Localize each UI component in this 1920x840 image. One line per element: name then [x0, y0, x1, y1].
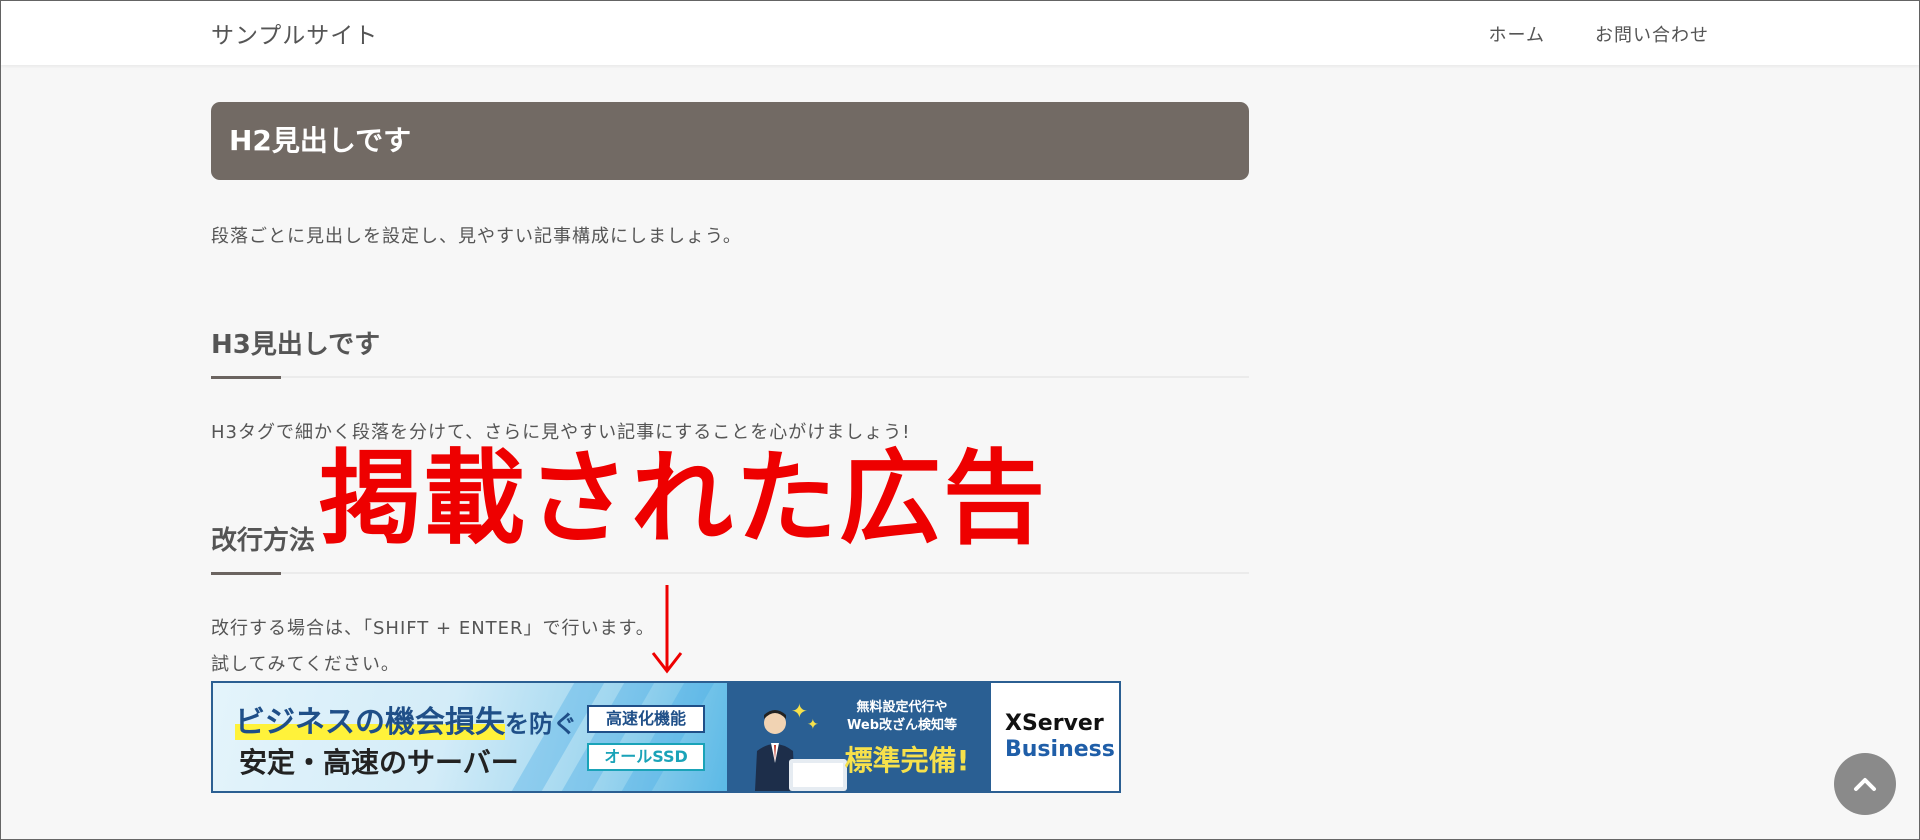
chevron-up-icon: [1854, 778, 1876, 791]
nav-item-contact[interactable]: お問い合わせ: [1595, 21, 1709, 47]
main-nav: ホーム お問い合わせ: [1489, 21, 1709, 47]
paragraph-linebreak-line1: 改行する場合は、「SHIFT + ENTER」で行います。: [211, 618, 655, 639]
paragraph-linebreak-line2: 試してみてください。: [211, 654, 400, 675]
annotation-label: 掲載された広告: [319, 440, 1047, 559]
ad-banner[interactable]: ビジネスの機会損失を防ぐ 安定・高速のサーバー 高速化機能 オールSSD ✦ ✦…: [211, 681, 1121, 793]
heading-underline-accent: [211, 376, 281, 379]
paragraph-intro: 段落ごとに見出しを設定し、見やすい記事構成にしましょう。: [211, 226, 742, 247]
ad-headline: ビジネスの機会損失を防ぐ: [235, 705, 577, 740]
ad-banner-left: ビジネスの機会損失を防ぐ 安定・高速のサーバー 高速化機能 オールSSD: [213, 683, 727, 791]
heading-underline-accent: [211, 572, 281, 575]
heading-h2: H2見出しです: [211, 102, 1249, 180]
site-title[interactable]: サンプルサイト: [211, 16, 378, 50]
back-to-top-button[interactable]: [1834, 753, 1896, 815]
ad-feature-text: 無料設定代行や Web改ざん検知等: [847, 700, 957, 733]
heading-h3-first: H3見出しです: [211, 330, 381, 360]
ad-banner-middle: ✦ ✦ 無料設定代行や Web改ざん検知等 標準完備!: [727, 683, 991, 791]
ad-feature-headline: 標準完備!: [844, 744, 970, 777]
ad-subheadline: 安定・高速のサーバー: [239, 746, 519, 779]
nav-item-home[interactable]: ホーム: [1489, 21, 1545, 47]
arrow-down-icon: [651, 585, 683, 674]
ad-tag-ssd: オールSSD: [587, 743, 705, 771]
ad-tag-speed: 高速化機能: [587, 705, 705, 733]
site-header: サンプルサイト ホーム お問い合わせ: [1, 1, 1919, 65]
heading-underline: [211, 376, 1249, 378]
ad-brand-logo: XServer Business: [991, 683, 1119, 791]
sparkle-icon: ✦: [807, 717, 819, 733]
sparkle-icon: ✦: [791, 699, 808, 723]
heading-underline: [211, 572, 1249, 574]
heading-h3-linebreak: 改行方法: [211, 526, 316, 556]
